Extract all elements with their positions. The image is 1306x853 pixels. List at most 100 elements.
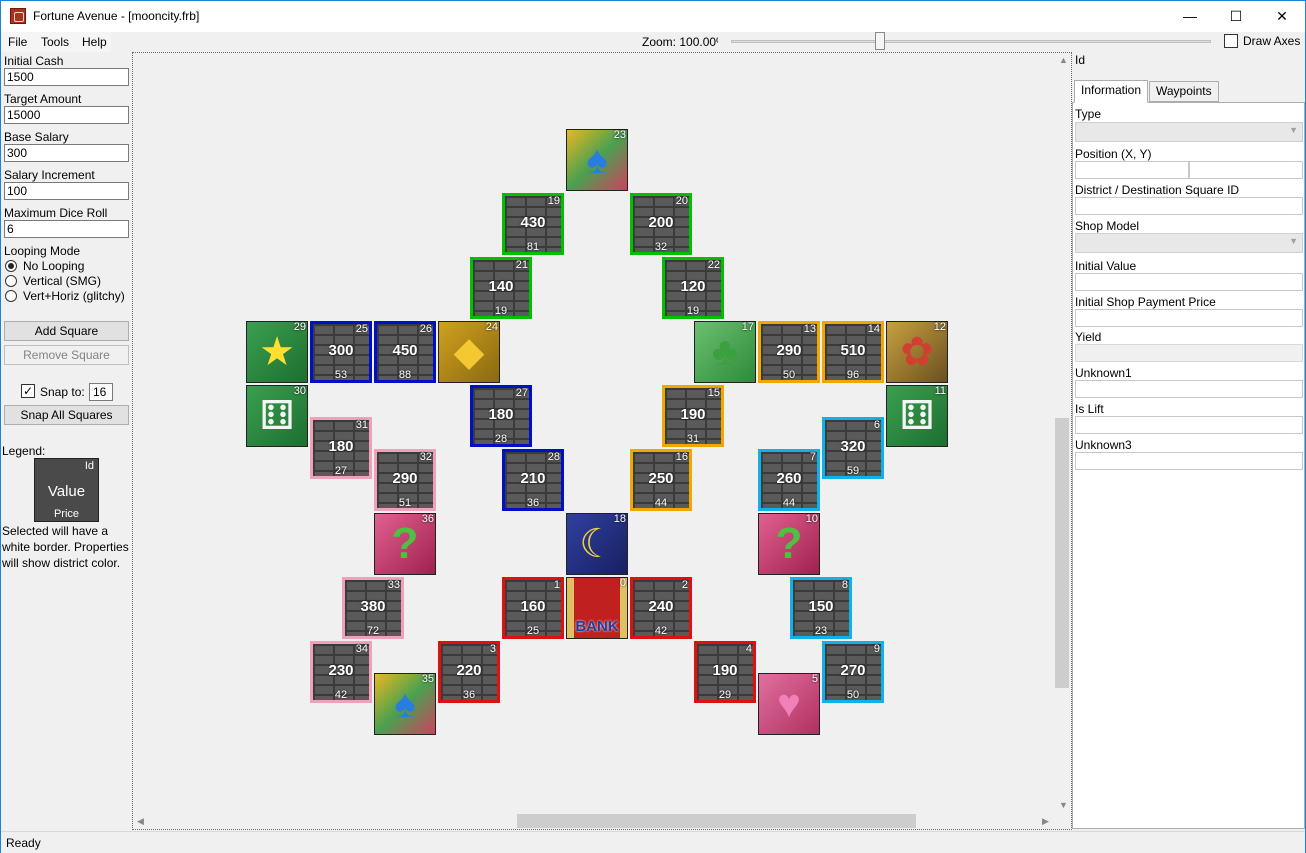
zoom-slider-thumb[interactable] (875, 32, 885, 50)
remove-square-button[interactable]: Remove Square (4, 345, 129, 365)
dice-square[interactable]: ⚅ 30 (246, 385, 308, 447)
property-square[interactable]: 250 44 16 (630, 449, 692, 511)
club-suit-square[interactable]: ♣ 17 (694, 321, 756, 383)
property-square[interactable]: 260 44 7 (758, 449, 820, 511)
property-square[interactable]: 510 96 14 (822, 321, 884, 383)
square-value: 180 (488, 406, 514, 423)
target-amount-input[interactable]: 15000 (4, 106, 129, 124)
property-square[interactable]: 140 19 21 (470, 257, 532, 319)
menu-tools[interactable]: Tools (41, 35, 69, 49)
draw-axes-label[interactable]: Draw Axes (1243, 34, 1300, 48)
property-square[interactable]: 380 72 33 (342, 577, 404, 639)
tab-information[interactable]: Information (1074, 80, 1149, 103)
scroll-right-icon[interactable]: ▶ (1042, 816, 1049, 827)
initial-value-input[interactable] (1075, 273, 1303, 291)
star-square[interactable]: ★ 29 (246, 321, 308, 383)
menu-help[interactable]: Help (82, 35, 107, 49)
horizontal-scroll-thumb[interactable] (517, 814, 916, 828)
spade-suit-square[interactable]: ♠ 23 (566, 129, 628, 191)
venture-square[interactable]: ? 10 (758, 513, 820, 575)
property-square[interactable]: 160 25 1 (502, 577, 564, 639)
is-lift-input[interactable] (1075, 416, 1303, 434)
property-square[interactable]: 220 36 3 (438, 641, 500, 703)
position-y-input[interactable] (1189, 161, 1303, 179)
square-value: 190 (712, 662, 738, 679)
property-square[interactable]: 290 51 32 (374, 449, 436, 511)
property-square[interactable]: 180 28 27 (470, 385, 532, 447)
shop-model-select[interactable]: ▼ (1075, 233, 1303, 253)
radio-no-looping[interactable] (5, 260, 17, 272)
property-square[interactable]: 290 50 13 (758, 321, 820, 383)
initial-cash-input[interactable]: 1500 (4, 68, 129, 86)
property-square[interactable]: 430 81 19 (502, 193, 564, 255)
property-square[interactable]: 230 42 34 (310, 641, 372, 703)
property-square[interactable]: 320 59 6 (822, 417, 884, 479)
window-title: Fortune Avenue - [mooncity.frb] (33, 9, 200, 23)
vacant-plot-square[interactable]: ✿ 12 (886, 321, 948, 383)
position-x-input[interactable] (1075, 161, 1189, 179)
square-id: 10 (805, 513, 818, 525)
square-price: 53 (334, 369, 348, 381)
radio-no-looping-label[interactable]: No Looping (23, 259, 84, 273)
square-price: 44 (654, 497, 668, 509)
radio-vert-horiz[interactable] (5, 290, 17, 302)
vertical-scroll-thumb[interactable] (1055, 418, 1069, 688)
property-square[interactable]: 240 42 2 (630, 577, 692, 639)
radio-vert-horiz-label[interactable]: Vert+Horiz (glitchy) (23, 289, 125, 303)
property-square[interactable]: 120 19 22 (662, 257, 724, 319)
square-id: 28 (547, 451, 560, 463)
minimize-button[interactable]: — (1167, 1, 1213, 32)
square-value: 320 (840, 438, 866, 455)
initial-payment-input[interactable] (1075, 309, 1303, 327)
snap-all-squares-button[interactable]: Snap All Squares (4, 405, 129, 425)
square-price: 72 (366, 625, 380, 637)
salary-increment-input[interactable]: 100 (4, 182, 129, 200)
square-id: 11 (934, 385, 946, 397)
radio-vertical[interactable] (5, 275, 17, 287)
bank-square[interactable]: BANK 0 (566, 577, 628, 639)
square-price: 36 (462, 689, 476, 701)
property-square[interactable]: 190 29 4 (694, 641, 756, 703)
position-label: Position (X, Y) (1075, 147, 1152, 161)
add-square-button[interactable]: Add Square (4, 321, 129, 341)
square-id: 15 (707, 387, 720, 399)
scroll-left-icon[interactable]: ◀ (137, 816, 144, 827)
unknown1-input[interactable] (1075, 380, 1303, 398)
tab-waypoints[interactable]: Waypoints (1149, 81, 1219, 102)
max-dice-input[interactable]: 6 (4, 220, 129, 238)
chevron-down-icon: ▼ (1289, 125, 1298, 135)
snap-label[interactable]: Snap to: (40, 385, 85, 399)
moon-square[interactable]: ☾ 18 (566, 513, 628, 575)
property-square[interactable]: 300 53 25 (310, 321, 372, 383)
close-button[interactable]: ✕ (1259, 1, 1305, 32)
venture-square[interactable]: ? 36 (374, 513, 436, 575)
property-square[interactable]: 150 23 8 (790, 577, 852, 639)
draw-axes-checkbox[interactable] (1224, 34, 1238, 48)
scroll-up-icon[interactable]: ▲ (1059, 55, 1068, 65)
radio-vertical-label[interactable]: Vertical (SMG) (23, 274, 101, 288)
scroll-down-icon[interactable]: ▼ (1059, 800, 1068, 810)
property-square[interactable]: 180 27 31 (310, 417, 372, 479)
square-price: 50 (782, 369, 796, 381)
property-square[interactable]: 210 36 28 (502, 449, 564, 511)
property-square[interactable]: 200 32 20 (630, 193, 692, 255)
dice-square[interactable]: ⚅ 11 (886, 385, 948, 447)
switch-square[interactable]: ◆ 24 (438, 321, 500, 383)
heart-suit-square[interactable]: ♥ 5 (758, 673, 820, 735)
property-square[interactable]: 190 31 15 (662, 385, 724, 447)
type-select[interactable]: ▼ (1075, 122, 1303, 142)
maximize-button[interactable]: ☐ (1213, 1, 1259, 32)
yield-input[interactable] (1075, 344, 1303, 362)
spade-suit-square[interactable]: ♠ 35 (374, 673, 436, 735)
zoom-slider-track[interactable] (731, 40, 1211, 43)
menu-file[interactable]: File (8, 35, 27, 49)
property-square[interactable]: 450 88 26 (374, 321, 436, 383)
district-input[interactable] (1075, 197, 1303, 215)
snap-input[interactable]: 16 (89, 383, 113, 401)
base-salary-input[interactable]: 300 (4, 144, 129, 162)
square-value: 230 (328, 662, 354, 679)
property-square[interactable]: 270 50 9 (822, 641, 884, 703)
unknown3-input[interactable] (1075, 452, 1303, 470)
snap-checkbox[interactable]: ✓ (21, 384, 35, 398)
yield-label: Yield (1075, 330, 1102, 344)
